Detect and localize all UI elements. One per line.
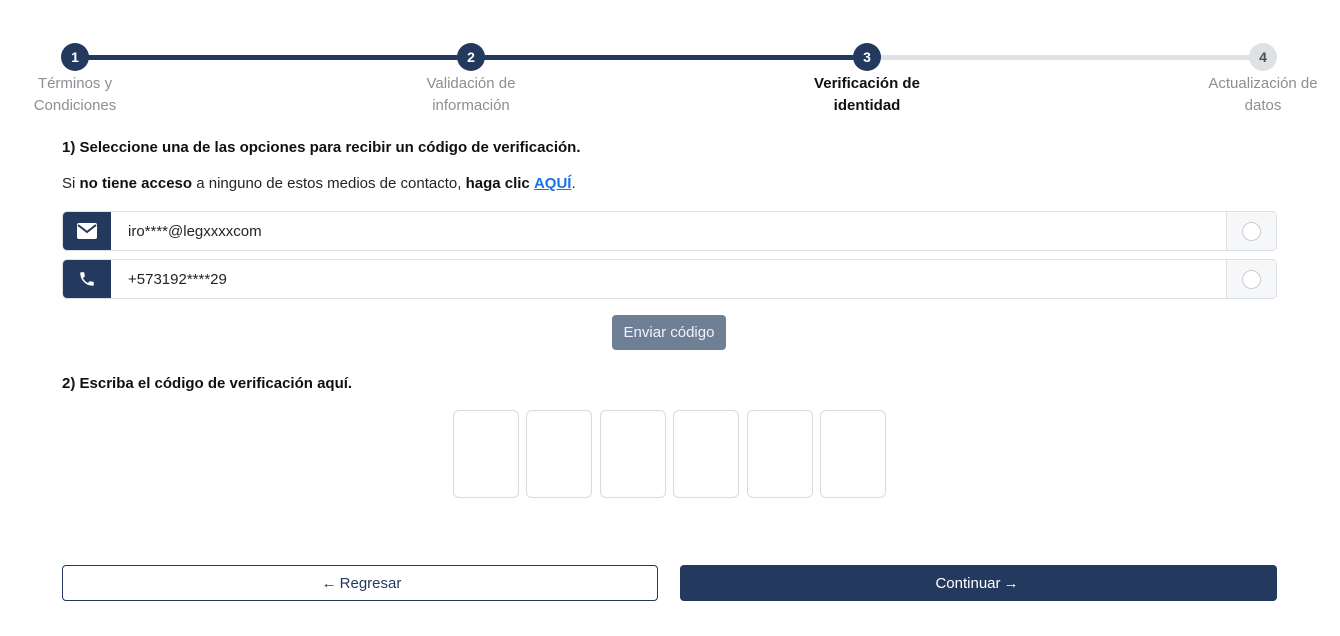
step-number: 3 xyxy=(853,43,881,71)
note-prefix: Si xyxy=(62,175,80,192)
section2-heading: 2) Escriba el código de verificación aqu… xyxy=(62,375,353,392)
step-number: 1 xyxy=(61,43,89,71)
step-label: Validación de información xyxy=(426,75,516,114)
step-validation: 2 Validación de información xyxy=(371,43,571,117)
back-button[interactable]: ← Regresar xyxy=(62,565,658,601)
code-digit-4[interactable] xyxy=(673,410,740,498)
no-access-note: Si no tiene acceso a ninguno de estos me… xyxy=(62,175,576,192)
arrow-left-icon: ← xyxy=(321,574,337,592)
code-digit-6[interactable] xyxy=(819,410,886,498)
step-label: Actualización de datos xyxy=(1208,75,1318,114)
back-label: Regresar xyxy=(339,574,402,592)
note-bold-no-access: no tiene acceso xyxy=(79,175,193,192)
code-input-group xyxy=(453,410,893,498)
step-terms: 1 Términos y Condiciones xyxy=(0,43,175,117)
code-digit-5[interactable] xyxy=(746,410,813,498)
note-bold-click: haga clic xyxy=(465,175,530,192)
phone-option[interactable]: +573192****29 xyxy=(62,259,1277,299)
code-digit-1[interactable] xyxy=(453,410,519,498)
phone-icon xyxy=(63,260,111,298)
email-option[interactable]: iro****@legxxxxcom xyxy=(62,211,1277,251)
code-digit-3[interactable] xyxy=(599,410,666,498)
note-suffix: . xyxy=(571,175,576,192)
progress-stepper: 1 Términos y Condiciones 2 Validación de… xyxy=(0,0,1340,130)
step-identity: 3 Verificación de identidad xyxy=(767,43,967,117)
step-label: Verificación de identidad xyxy=(814,75,920,114)
code-digit-2[interactable] xyxy=(526,410,593,498)
phone-radio-cell[interactable] xyxy=(1226,260,1276,298)
section1-heading: 1) Seleccione una de las opciones para r… xyxy=(62,139,581,156)
envelope-icon xyxy=(63,212,111,250)
note-middle: a ninguno de estos medios de contacto, xyxy=(192,175,466,192)
continue-button[interactable]: Continuar → xyxy=(680,565,1277,601)
email-radio-cell[interactable] xyxy=(1226,212,1276,250)
email-value: iro****@legxxxxcom xyxy=(128,222,262,240)
step-label: Términos y Condiciones xyxy=(33,75,117,114)
send-code-button[interactable]: Enviar código xyxy=(612,315,726,350)
phone-radio[interactable] xyxy=(1242,269,1261,289)
step-update: 4 Actualización de datos xyxy=(1163,43,1340,117)
step-number: 2 xyxy=(457,43,485,71)
step-number: 4 xyxy=(1249,43,1277,71)
phone-value: +573192****29 xyxy=(128,270,227,288)
arrow-right-icon: → xyxy=(1003,574,1019,592)
here-link[interactable]: AQUÍ xyxy=(534,175,572,192)
continue-label: Continuar xyxy=(935,574,1001,592)
email-radio[interactable] xyxy=(1242,221,1261,241)
